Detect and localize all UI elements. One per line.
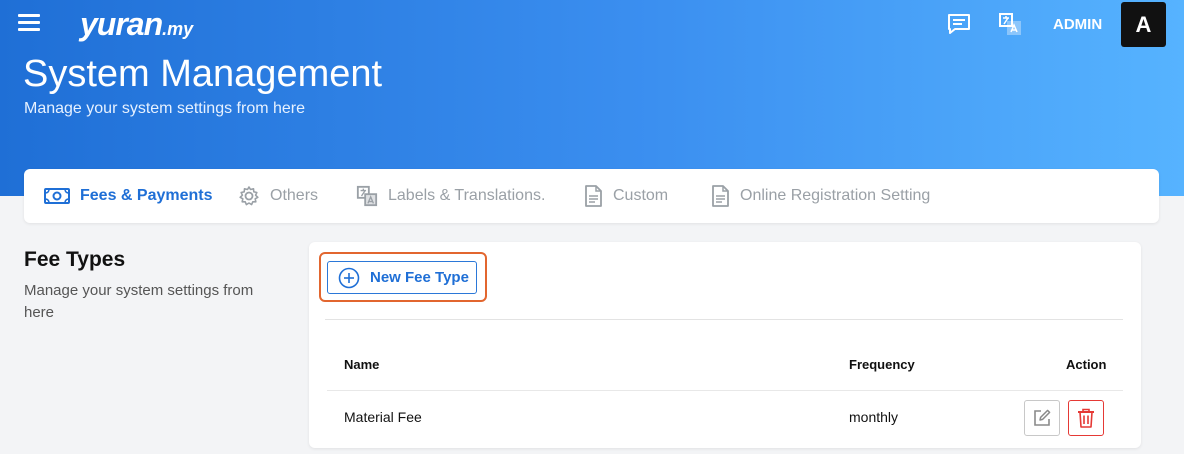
- fee-name-cell: Material Fee: [344, 409, 422, 425]
- section-description: Manage your system settings from here: [24, 282, 254, 321]
- tab-label: Others: [270, 187, 319, 204]
- tab-label: Custom: [613, 187, 669, 204]
- page-title: System Management: [23, 53, 383, 95]
- translate-icon[interactable]: [998, 12, 1024, 36]
- document-icon: [585, 185, 602, 207]
- plus-circle-icon: [338, 267, 360, 288]
- delete-button[interactable]: [1068, 400, 1104, 436]
- tab-online-registration[interactable]: Online Registration Setting: [710, 169, 930, 223]
- logo-sub: .my: [162, 19, 194, 39]
- tab-custom[interactable]: Custom: [583, 169, 668, 223]
- chat-icon[interactable]: [946, 12, 972, 36]
- column-header-frequency: Frequency: [849, 357, 915, 372]
- new-fee-type-highlight: New Fee Type: [319, 252, 487, 302]
- tab-others[interactable]: Others: [238, 169, 318, 223]
- logo-main: yuran: [80, 6, 163, 42]
- tab-labels-translations[interactable]: Labels & Translations.: [356, 169, 545, 223]
- tab-label: Online Registration Setting: [740, 187, 931, 204]
- column-header-name: Name: [344, 357, 380, 372]
- logo[interactable]: yuran.my: [80, 6, 193, 43]
- tab-fees-payments[interactable]: Fees & Payments: [44, 169, 213, 223]
- edit-button[interactable]: [1024, 400, 1060, 436]
- column-header-action: Action: [1066, 357, 1107, 372]
- row-divider: [327, 390, 1123, 391]
- settings-tabs: Fees & Payments Others Labels & Translat…: [24, 169, 1159, 223]
- fee-types-card: New Fee Type Name Frequency Action Mater…: [309, 242, 1141, 448]
- avatar[interactable]: A: [1121, 2, 1166, 47]
- document-icon: [712, 185, 729, 207]
- divider: [325, 319, 1123, 320]
- trash-icon: [1078, 408, 1094, 428]
- tab-label: Labels & Translations.: [388, 187, 546, 204]
- gear-icon: [239, 186, 259, 206]
- edit-icon: [1034, 409, 1051, 426]
- section-title: Fee Types: [24, 248, 126, 271]
- tab-label: Fees & Payments: [80, 187, 213, 204]
- page-subtitle: Manage your system settings from here: [24, 100, 306, 117]
- user-name[interactable]: ADMIN: [1053, 16, 1102, 33]
- new-fee-type-button[interactable]: New Fee Type: [327, 261, 477, 294]
- translate-icon: [356, 185, 378, 207]
- fee-frequency-cell: monthly: [849, 409, 899, 425]
- menu-icon[interactable]: [18, 14, 40, 32]
- new-fee-type-label: New Fee Type: [370, 269, 469, 286]
- money-icon: [44, 188, 70, 204]
- header-banner: yuran.my ADMIN A System Management Manag…: [0, 0, 1184, 196]
